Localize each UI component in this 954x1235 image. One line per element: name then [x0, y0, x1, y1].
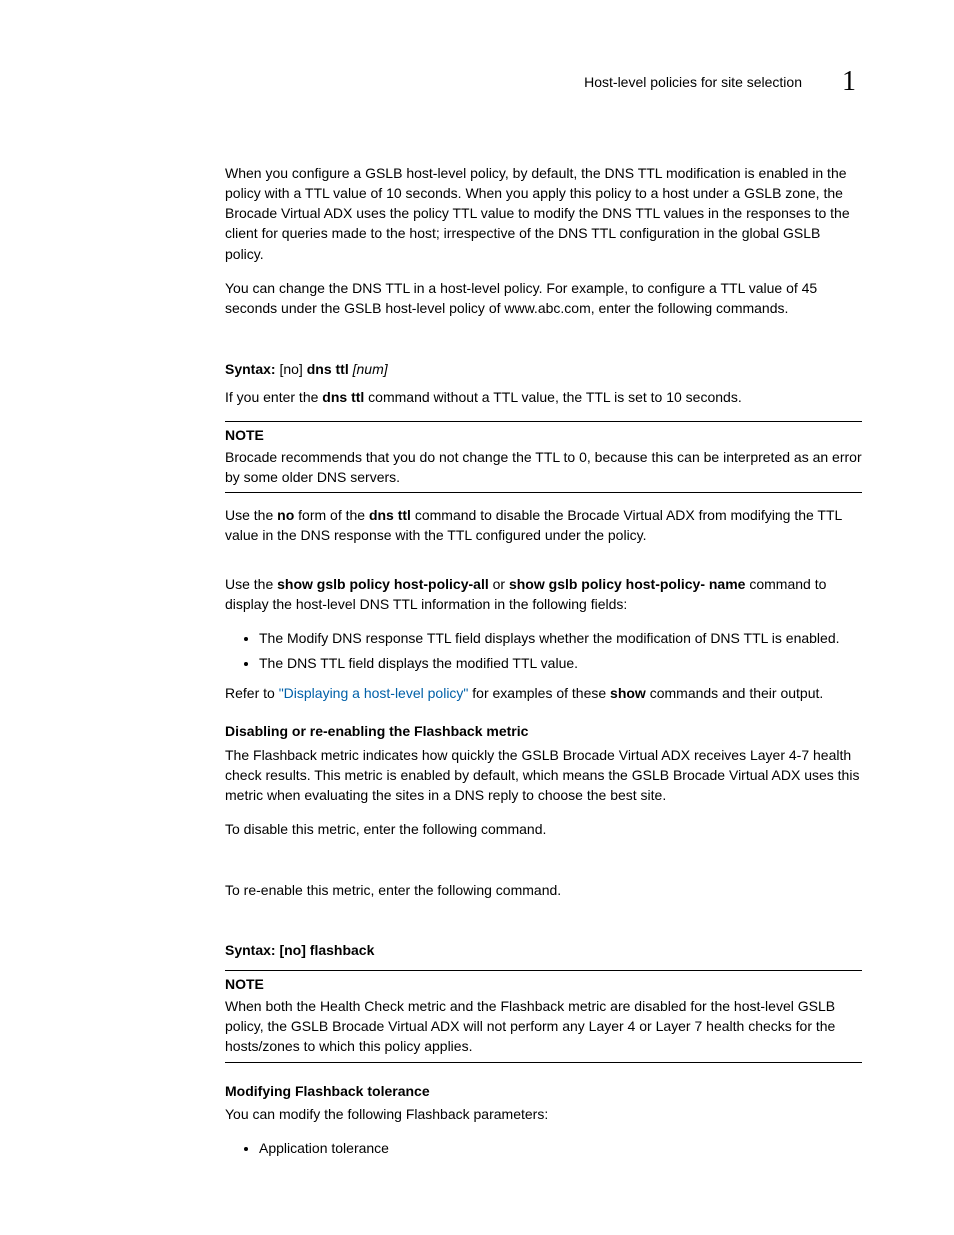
command-name: show gslb policy host-policy-all [277, 576, 489, 592]
syntax-label: Syntax: [225, 361, 279, 377]
body-paragraph: To re-enable this metric, enter the foll… [225, 880, 862, 900]
command-name: show [610, 685, 646, 701]
body-paragraph: You can change the DNS TTL in a host-lev… [225, 278, 862, 319]
body-paragraph: To disable this metric, enter the follow… [225, 819, 862, 839]
note-text: When both the Health Check metric and th… [225, 996, 862, 1057]
list-item: The Modify DNS response TTL field displa… [259, 628, 862, 648]
note-label: NOTE [225, 425, 862, 445]
syntax-line: Syntax: [no] dns ttl [num] [225, 359, 862, 379]
command-name: show gslb policy host-policy- name [509, 576, 745, 592]
note-block: NOTE Brocade recommends that you do not … [225, 421, 862, 493]
body-paragraph: The Flashback metric indicates how quick… [225, 745, 862, 806]
body-paragraph: When you configure a GSLB host-level pol… [225, 163, 862, 264]
bullet-list: The Modify DNS response TTL field displa… [225, 628, 862, 673]
list-item: The DNS TTL field displays the modified … [259, 653, 862, 673]
syntax-no: [no] [279, 361, 306, 377]
syntax-command: [no] flashback [279, 942, 374, 958]
keyword-no: no [277, 507, 294, 523]
body-paragraph: If you enter the dns ttl command without… [225, 387, 862, 407]
command-name: dns ttl [322, 389, 364, 405]
syntax-line: Syntax: [no] flashback [225, 940, 862, 960]
cross-reference-link[interactable]: "Displaying a host-level policy" [279, 685, 469, 701]
body-paragraph: You can modify the following Flashback p… [225, 1104, 862, 1124]
body-paragraph: Use the show gslb policy host-policy-all… [225, 574, 862, 615]
note-text: Brocade recommends that you do not chang… [225, 447, 862, 488]
syntax-arg: [num] [353, 361, 388, 377]
command-name: dns ttl [369, 507, 411, 523]
section-heading: Modifying Flashback tolerance [225, 1081, 862, 1101]
bullet-list: Application tolerance [225, 1138, 862, 1158]
list-item: Application tolerance [259, 1138, 862, 1158]
page-header: Host-level policies for site selection 1 [225, 62, 862, 103]
body-paragraph: Refer to "Displaying a host-level policy… [225, 683, 862, 703]
note-label: NOTE [225, 974, 862, 994]
section-heading: Disabling or re-enabling the Flashback m… [225, 721, 862, 741]
syntax-command: dns ttl [307, 361, 353, 377]
syntax-label: Syntax: [225, 942, 279, 958]
chapter-number: 1 [842, 62, 856, 103]
document-page: Host-level policies for site selection 1… [0, 0, 954, 1235]
note-block: NOTE When both the Health Check metric a… [225, 970, 862, 1062]
body-paragraph: Use the no form of the dns ttl command t… [225, 505, 862, 546]
header-title: Host-level policies for site selection [584, 72, 802, 92]
